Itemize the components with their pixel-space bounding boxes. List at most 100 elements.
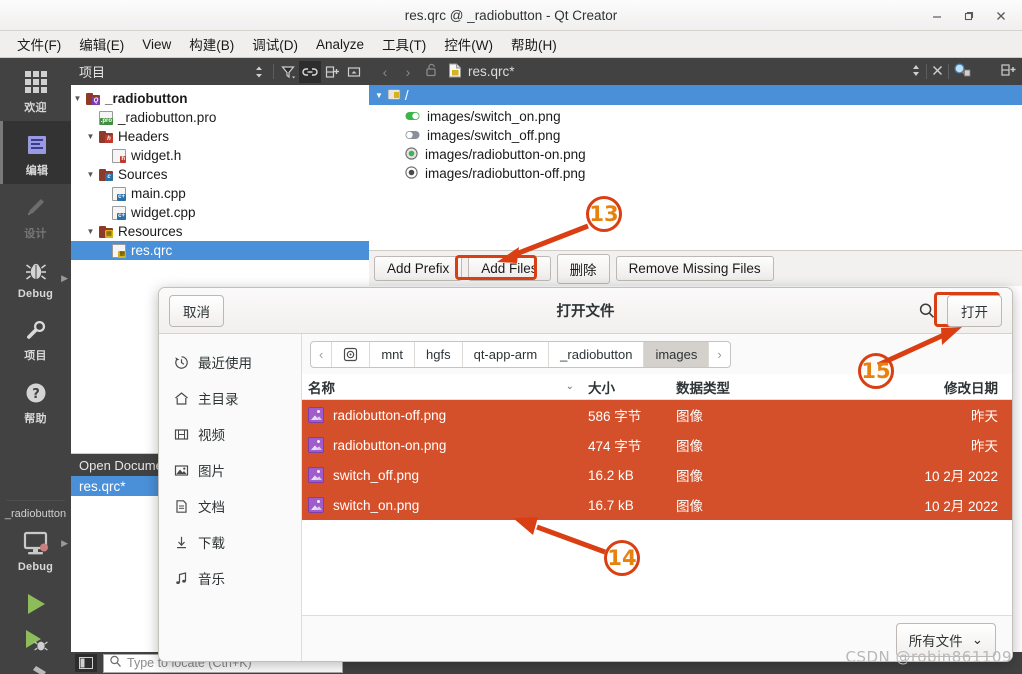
run-button[interactable] xyxy=(0,579,71,619)
back-arrow-icon[interactable]: ‹ xyxy=(375,64,395,80)
remove-missing-files-button[interactable]: Remove Missing Files xyxy=(615,256,774,281)
resource-item[interactable]: images/radiobutton-off.png xyxy=(369,164,1022,183)
place-label: 文档 xyxy=(198,500,225,515)
menu-debug[interactable]: 调试(D) xyxy=(243,31,307,57)
tree-item-project[interactable]: ▼ Q _radiobutton xyxy=(71,89,369,108)
file-size: 16.7 kB xyxy=(588,497,634,513)
magnifier-icon[interactable] xyxy=(953,62,971,81)
menu-edit[interactable]: 编辑(E) xyxy=(70,31,133,57)
panel-title: 项目 xyxy=(79,65,106,80)
column-header-date[interactable]: 修改日期 xyxy=(886,377,1006,397)
start-debugging-button[interactable] xyxy=(0,619,71,655)
breadcrumb-images[interactable]: images xyxy=(644,341,710,367)
menu-bar: 文件(F) 编辑(E) View 构建(B) 调试(D) Analyze 工具(… xyxy=(0,31,1022,58)
tree-item-resources[interactable]: ▼ ▦ Resources xyxy=(71,222,369,241)
project-folder-icon: Q xyxy=(84,92,102,105)
menu-tools[interactable]: 工具(T) xyxy=(373,31,435,57)
file-row[interactable]: switch_off.png 16.2 kB 图像 10 2月 2022 xyxy=(302,460,1012,490)
forward-arrow-icon[interactable]: › xyxy=(398,64,418,80)
sidebar-item-design[interactable]: 设计 xyxy=(0,184,71,247)
open-button[interactable]: 打开 xyxy=(947,294,1002,327)
search-icon[interactable] xyxy=(914,298,940,324)
place-recent[interactable]: 最近使用 xyxy=(159,344,301,380)
file-row[interactable]: radiobutton-off.png 586 字节 图像 昨天 xyxy=(302,400,1012,430)
breadcrumb-mnt[interactable]: mnt xyxy=(370,341,416,367)
file-name-cell: radiobutton-on.png xyxy=(308,437,588,453)
breadcrumb-prev-button[interactable]: ‹ xyxy=(311,341,333,367)
annotation-13: 13 xyxy=(586,196,622,232)
tree-item-pro-file[interactable]: .pro _radiobutton.pro xyxy=(71,108,369,127)
menu-help[interactable]: 帮助(H) xyxy=(502,31,566,57)
breadcrumb-qt-app-arm[interactable]: qt-app-arm xyxy=(463,341,550,367)
menu-view[interactable]: View xyxy=(133,34,180,55)
tree-item-sources[interactable]: ▼ c Sources xyxy=(71,165,369,184)
resource-item[interactable]: images/switch_off.png xyxy=(369,126,1022,145)
column-header-type[interactable]: 数据类型 xyxy=(676,377,886,397)
close-x-icon[interactable] xyxy=(931,64,944,80)
sidebar-item-projects[interactable]: 项目 xyxy=(0,306,71,369)
editor-toolbar: ‹ › res.qrc* xyxy=(369,58,1022,85)
place-downloads[interactable]: 下载 xyxy=(159,524,301,560)
tree-item-main-cpp[interactable]: c+ main.cpp xyxy=(71,184,369,203)
sidebar-item-welcome[interactable]: 欢迎 xyxy=(0,58,71,121)
file-type: 图像 xyxy=(676,409,703,424)
build-button[interactable] xyxy=(0,655,71,674)
close-icon[interactable] xyxy=(986,4,1016,28)
tree-item-widget-h[interactable]: h widget.h xyxy=(71,146,369,165)
resource-prefix-root[interactable]: ▼ / xyxy=(369,85,1022,105)
filter-sort-icon[interactable] xyxy=(248,61,270,83)
place-pictures[interactable]: 图片 xyxy=(159,452,301,488)
menu-analyze[interactable]: Analyze xyxy=(307,34,373,55)
chevron-down-icon[interactable]: ▼ xyxy=(84,132,97,141)
place-videos[interactable]: 视频 xyxy=(159,416,301,452)
tree-item-widget-cpp[interactable]: c+ widget.cpp xyxy=(71,203,369,222)
chevron-down-icon[interactable]: ▼ xyxy=(375,91,383,100)
updown-arrows-icon[interactable] xyxy=(910,63,922,81)
file-type: 图像 xyxy=(676,499,703,514)
link-sync-icon[interactable] xyxy=(299,60,321,83)
breadcrumb-hgfs[interactable]: hgfs xyxy=(415,341,463,367)
tree-item-headers[interactable]: ▼ h Headers xyxy=(71,127,369,146)
sidebar-item-debug[interactable]: ▶ Debug xyxy=(0,247,71,306)
tree-item-res-qrc[interactable]: ▦ res.qrc xyxy=(71,241,369,260)
file-row[interactable]: switch_on.png 16.7 kB 图像 10 2月 2022 xyxy=(302,490,1012,520)
column-header-name[interactable]: 名称 ⌄ xyxy=(308,377,588,397)
breadcrumb-device-icon[interactable] xyxy=(332,341,371,367)
place-music[interactable]: 音乐 xyxy=(159,560,301,596)
place-home[interactable]: 主目录 xyxy=(159,380,301,416)
breadcrumb-radiobutton[interactable]: _radiobutton xyxy=(549,341,645,367)
clock-icon xyxy=(173,355,189,370)
remove-button[interactable]: 删除 xyxy=(556,253,610,284)
radio-off-icon xyxy=(405,165,418,182)
resource-item[interactable]: images/switch_on.png xyxy=(369,107,1022,126)
column-header-size[interactable]: 大小 xyxy=(588,377,676,397)
place-documents[interactable]: 文档 xyxy=(159,488,301,524)
menu-build[interactable]: 构建(B) xyxy=(180,31,243,57)
minimize-icon[interactable] xyxy=(922,4,952,28)
file-list: radiobutton-off.png 586 字节 图像 昨天 radiobu… xyxy=(302,400,1012,520)
grid-icon xyxy=(0,67,71,97)
expand-all-icon[interactable] xyxy=(321,61,343,83)
filter-icon[interactable] xyxy=(277,61,299,83)
resource-item[interactable]: images/radiobutton-on.png xyxy=(369,145,1022,164)
breadcrumb-next-button[interactable]: › xyxy=(709,342,729,367)
unlocked-padlock-icon[interactable] xyxy=(421,63,441,80)
cancel-button[interactable]: 取消 xyxy=(169,294,224,327)
menu-widgets[interactable]: 控件(W) xyxy=(435,31,502,57)
sidebar-item-label: 设计 xyxy=(24,228,47,240)
file-row[interactable]: radiobutton-on.png 474 字节 图像 昨天 xyxy=(302,430,1012,460)
chevron-down-icon[interactable]: ▼ xyxy=(84,170,97,179)
editor-file-chooser[interactable]: res.qrc* xyxy=(444,63,907,81)
sidebar-item-help[interactable]: ? 帮助 xyxy=(0,369,71,432)
add-prefix-button[interactable]: Add Prefix xyxy=(374,256,463,281)
menu-file[interactable]: 文件(F) xyxy=(8,31,70,57)
maximize-icon[interactable] xyxy=(954,4,984,28)
split-editor-icon[interactable] xyxy=(1001,63,1016,80)
switch-off-icon xyxy=(405,128,420,143)
chevron-down-icon[interactable]: ▼ xyxy=(71,94,84,103)
run-configuration-selector[interactable]: ▶ Debug xyxy=(0,520,71,579)
chevron-down-icon[interactable]: ▼ xyxy=(84,227,97,236)
collapse-panel-icon[interactable] xyxy=(343,61,365,83)
sidebar-item-edit[interactable]: 编辑 xyxy=(0,121,71,184)
toggle-sidebar-icon[interactable] xyxy=(75,654,97,672)
